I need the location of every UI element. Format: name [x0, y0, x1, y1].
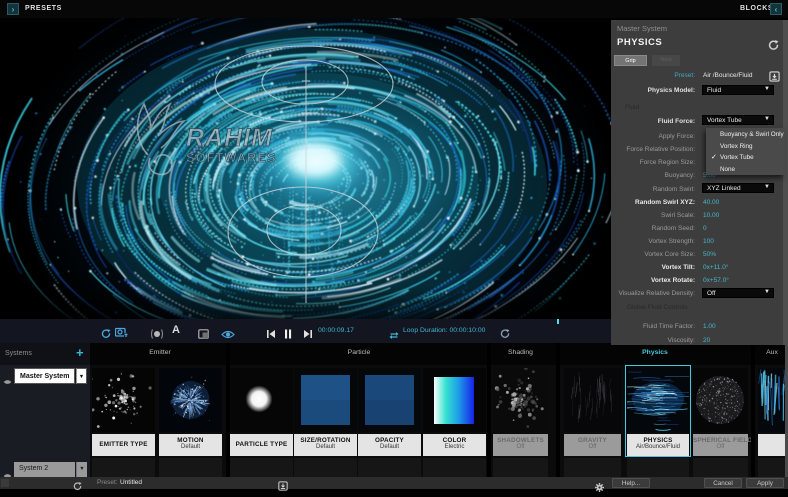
svg-text:SOFTWARES: SOFTWARES	[186, 150, 276, 165]
svg-text:RAHIM: RAHIM	[186, 124, 273, 152]
